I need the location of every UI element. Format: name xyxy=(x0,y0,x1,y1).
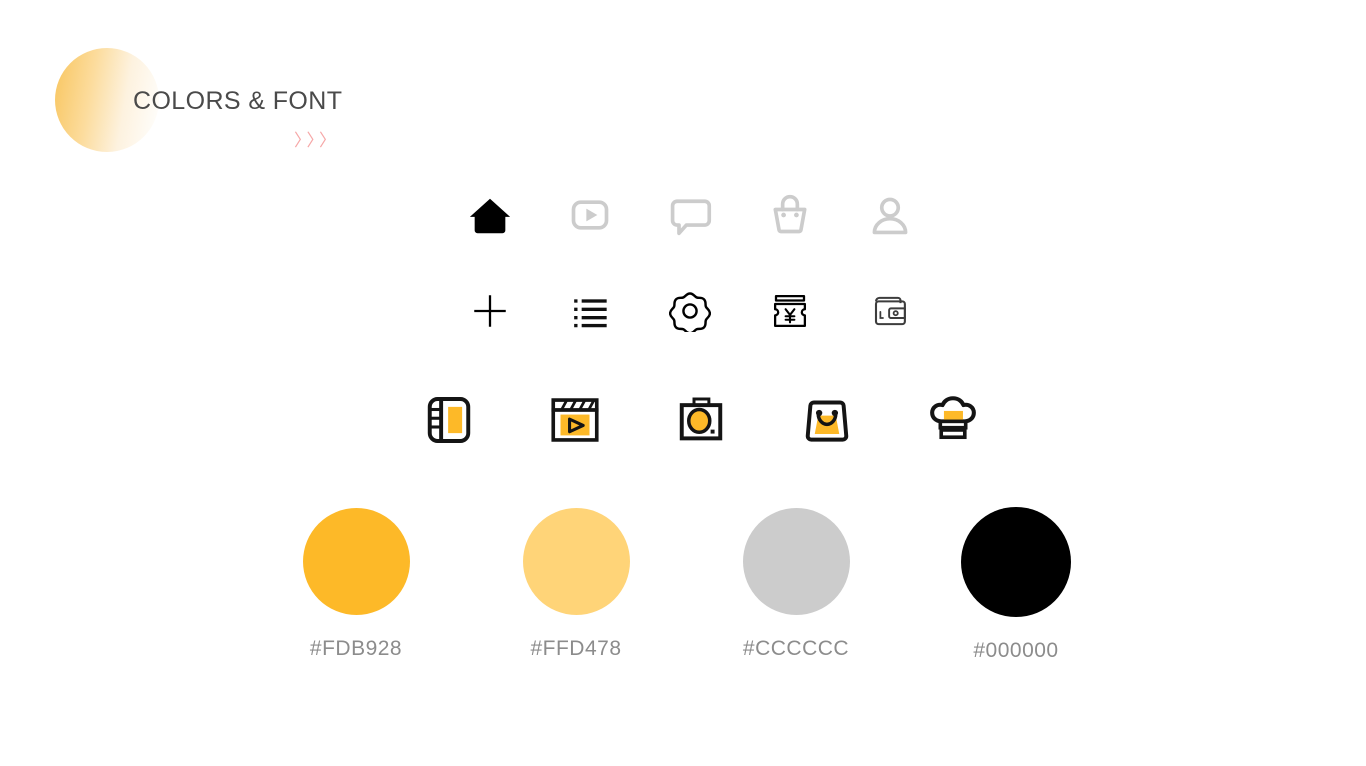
swatch-primary[interactable]: #FDB928 xyxy=(246,508,466,663)
swatch-dot xyxy=(302,508,410,615)
person-icon[interactable] xyxy=(840,182,940,248)
swatch-dot xyxy=(742,508,850,615)
swatch-label: #FFD478 xyxy=(530,637,622,660)
video-play-icon[interactable] xyxy=(540,182,640,248)
page-header: COLORS & FONT 〉〉〉 xyxy=(0,0,1366,170)
list-icon[interactable] xyxy=(540,278,640,344)
coupon-yen-icon[interactable] xyxy=(740,278,840,344)
camera-icon[interactable] xyxy=(638,382,764,458)
film-clapper-icon[interactable] xyxy=(512,382,638,458)
notebook-icon[interactable] xyxy=(386,382,512,458)
wallet-icon[interactable] xyxy=(840,278,940,344)
navigation-icon-row xyxy=(440,182,940,248)
swatch-dot xyxy=(961,507,1071,617)
swatch-label: #CCCCCC xyxy=(742,637,850,660)
tool-icon-row xyxy=(440,278,940,344)
swatch-secondary[interactable]: #FFD478 xyxy=(466,508,686,663)
gear-icon[interactable] xyxy=(640,278,740,344)
swatch-gray[interactable]: #CCCCCC xyxy=(686,508,906,663)
chat-bubble-icon[interactable] xyxy=(640,182,740,248)
illustrated-icon-row xyxy=(386,382,1016,458)
page-title: COLORS & FONT xyxy=(133,87,343,115)
color-palette: #FDB928 #FFD478 #CCCCCC #000000 xyxy=(246,507,1126,663)
swatch-label: #000000 xyxy=(973,639,1059,662)
home-icon[interactable] xyxy=(440,182,540,248)
swatch-black[interactable]: #000000 xyxy=(906,507,1126,663)
chef-hat-icon[interactable] xyxy=(890,382,1016,458)
swatch-dot xyxy=(522,508,630,615)
swatch-label: #FDB928 xyxy=(309,637,403,660)
shopping-bag-icon[interactable] xyxy=(740,182,840,248)
chevron-decoration: 〉〉〉 xyxy=(294,131,340,150)
plus-icon[interactable] xyxy=(440,278,540,344)
shopping-bag-smile-icon[interactable] xyxy=(764,382,890,458)
